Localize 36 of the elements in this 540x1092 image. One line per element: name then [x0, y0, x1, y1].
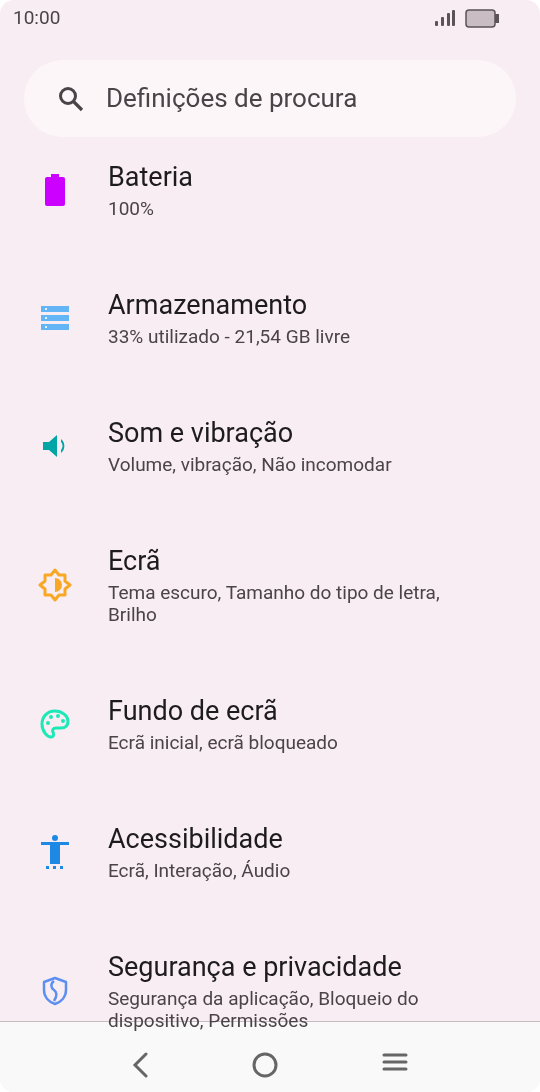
back-icon[interactable] — [132, 1052, 148, 1078]
item-title: Armazenamento — [108, 288, 309, 322]
shield-icon — [42, 976, 68, 1006]
palette-icon — [39, 708, 71, 740]
settings-item[interactable]: Ecrã Tema escuro, Tamanho do tipo de letra, Brilho — [0, 544, 540, 694]
search-field[interactable]: Definições de procura — [24, 60, 516, 137]
settings-item[interactable]: Acessibilidade Ecrã, Interação, Áudio — [0, 822, 540, 950]
menu-icon[interactable] — [382, 1052, 408, 1072]
item-subtitle: Tema escuro, Tamanho do tipo de letra, Brilho — [108, 582, 441, 626]
battery-status-icon — [465, 8, 499, 28]
settings-item[interactable]: Armazenamento 33% utilizado - 21,54 GB livre — [0, 288, 540, 416]
settings-item[interactable]: Bateria 100% — [0, 160, 540, 288]
signal-icon — [435, 10, 455, 26]
item-title: Ecrã — [108, 544, 162, 578]
search-input[interactable]: Definições de procura — [106, 79, 466, 118]
settings-item[interactable]: Som e vibração Volume, vibração, Não incomodar — [0, 416, 540, 544]
search-icon — [58, 85, 84, 112]
storage-icon — [41, 306, 69, 330]
battery-icon — [45, 174, 65, 206]
item-title: Bateria — [108, 160, 195, 194]
home-icon[interactable] — [252, 1052, 278, 1078]
item-title: Som e vibração — [108, 416, 295, 450]
item-title: Segurança e privacidade — [108, 950, 403, 984]
item-title: Fundo de ecrã — [108, 694, 279, 728]
item-subtitle: 33% utilizado - 21,54 GB livre — [108, 326, 351, 348]
brightness-icon — [38, 568, 72, 602]
accessibility-icon — [41, 835, 69, 869]
item-subtitle: Segurança da aplicação, Bloqueio do dispositivo, Permissões — [108, 988, 420, 1032]
settings-item[interactable]: Fundo de ecrã Ecrã inicial, ecrã bloqueado — [0, 694, 540, 822]
item-subtitle: Ecrã inicial, ecrã bloqueado — [108, 732, 339, 754]
item-subtitle: 100% — [108, 198, 155, 220]
settings-item[interactable]: Segurança e privacidade Segurança da aplicação, Bloqueio do dispositivo, Permissões — [0, 950, 540, 1092]
status-time: 10:00 — [13, 4, 61, 31]
item-subtitle: Volume, vibração, Não incomodar — [108, 454, 393, 476]
item-subtitle: Ecrã, Interação, Áudio — [108, 860, 292, 882]
item-title: Acessibilidade — [108, 822, 284, 856]
